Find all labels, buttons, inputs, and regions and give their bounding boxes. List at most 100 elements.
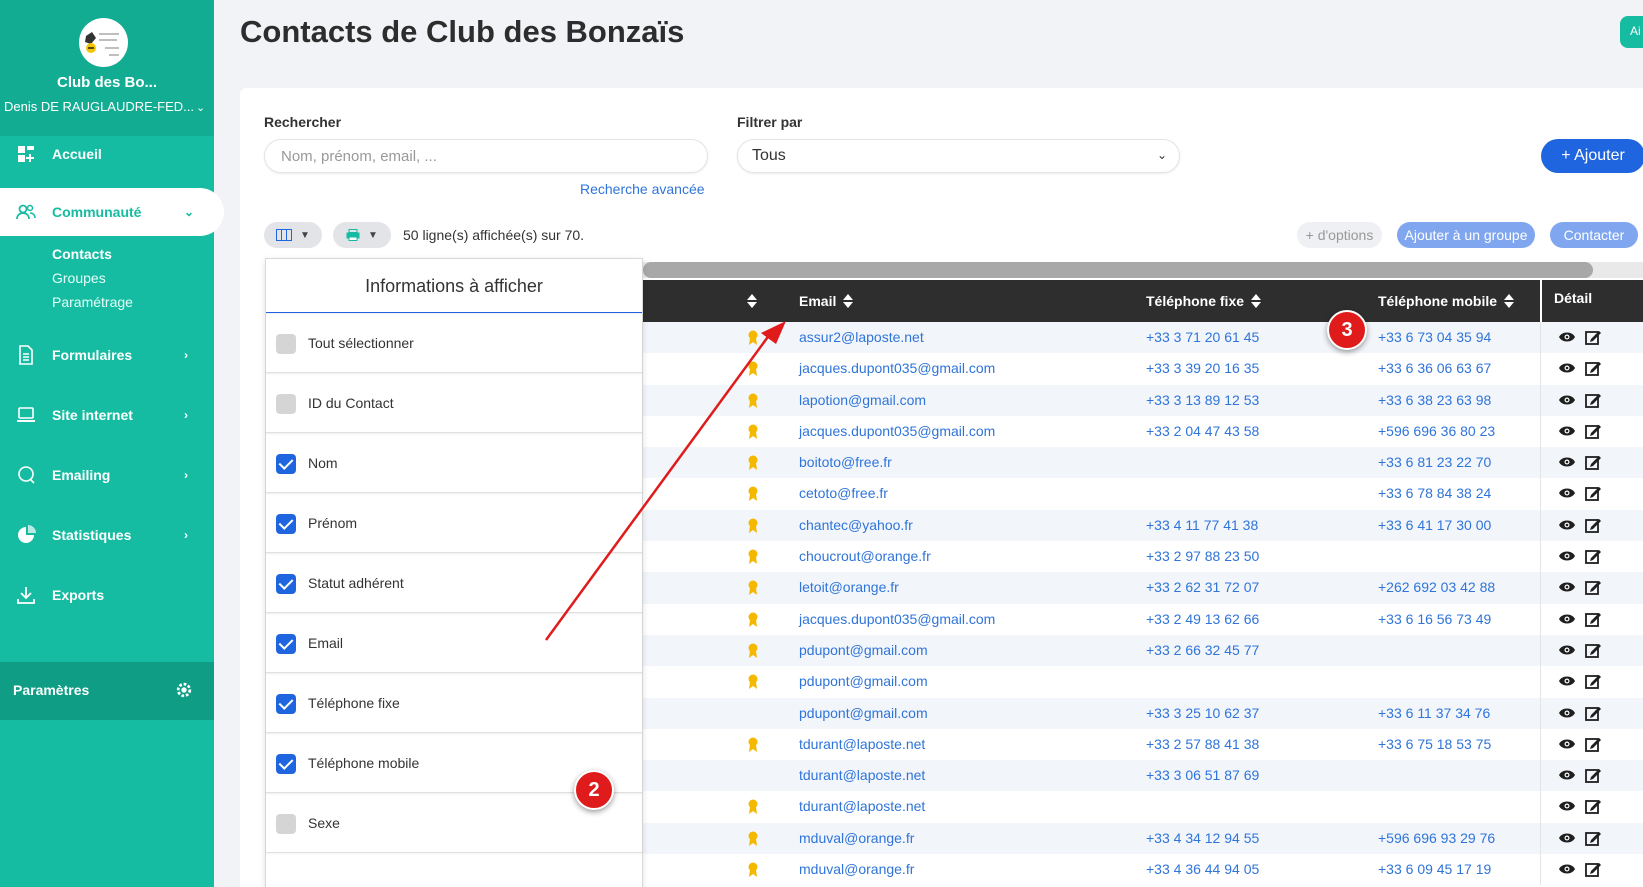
column-option[interactable]: Téléphone fixe xyxy=(266,673,642,733)
eye-icon[interactable] xyxy=(1559,487,1575,499)
contact-button[interactable]: Contacter xyxy=(1550,222,1638,248)
phone-fixed-cell[interactable]: +33 2 57 88 41 38 xyxy=(1146,729,1259,760)
edit-icon[interactable] xyxy=(1585,642,1601,658)
phone-fixed-cell[interactable]: +33 3 25 10 62 37 xyxy=(1146,698,1259,729)
phone-fixed-cell[interactable]: +33 3 13 89 12 53 xyxy=(1146,385,1259,416)
email-cell[interactable]: tdurant@laposte.net xyxy=(799,760,925,791)
phone-fixed-cell[interactable]: +33 4 11 77 41 38 xyxy=(1146,510,1258,541)
email-cell[interactable]: boitoto@free.fr xyxy=(799,447,892,478)
eye-icon[interactable] xyxy=(1559,644,1575,656)
email-cell[interactable]: choucrout@orange.fr xyxy=(799,541,931,572)
edit-icon[interactable] xyxy=(1585,830,1601,846)
table-row[interactable]: tdurant@laposte.net +33 3 06 51 87 69 xyxy=(643,760,1643,792)
phone-mobile-cell[interactable]: +33 6 38 23 63 98 xyxy=(1378,385,1491,416)
email-cell[interactable]: jacques.dupont035@gmail.com xyxy=(799,353,995,384)
phone-fixed-column-header[interactable]: Téléphone fixe xyxy=(1146,280,1262,322)
horizontal-scrollbar[interactable] xyxy=(643,262,1643,278)
edit-icon[interactable] xyxy=(1585,798,1601,815)
export-toggle-button[interactable]: ▼ xyxy=(333,222,391,248)
phone-mobile-cell[interactable]: +33 6 11 37 34 76 xyxy=(1378,698,1490,729)
table-row[interactable]: pdupont@gmail.com xyxy=(643,666,1643,698)
table-row[interactable]: lapotion@gmail.com +33 3 13 89 12 53 +33 6… xyxy=(643,384,1643,416)
scrollbar-thumb[interactable] xyxy=(643,262,1593,278)
phone-mobile-cell[interactable]: +33 6 75 18 53 75 xyxy=(1378,729,1491,760)
edit-icon[interactable] xyxy=(1585,579,1601,596)
edit-icon[interactable] xyxy=(1585,861,1601,877)
eye-icon[interactable] xyxy=(1559,832,1575,844)
table-row[interactable]: cetoto@free.fr +33 6 78 84 38 24 xyxy=(643,478,1643,510)
edit-icon[interactable] xyxy=(1585,454,1601,471)
settings-button[interactable]: Paramètres xyxy=(0,662,214,720)
subnav-groupes[interactable]: Groupes xyxy=(52,270,106,286)
eye-icon[interactable] xyxy=(1559,769,1575,781)
email-cell[interactable]: chantec@yahoo.fr xyxy=(799,510,913,541)
nav-site-internet[interactable]: Site internet › xyxy=(0,391,214,439)
column-option[interactable]: Email xyxy=(266,613,642,673)
phone-mobile-cell[interactable]: +33 6 41 17 30 00 xyxy=(1378,510,1491,541)
checkbox[interactable] xyxy=(276,694,296,714)
phone-fixed-cell[interactable]: +33 2 04 47 43 58 xyxy=(1146,416,1259,447)
column-option[interactable]: Prénom xyxy=(266,493,642,553)
phone-mobile-cell[interactable]: +596 696 93 29 76 xyxy=(1378,823,1495,854)
checkbox[interactable] xyxy=(276,514,296,534)
email-column-header[interactable]: Email xyxy=(799,280,854,322)
edit-icon[interactable] xyxy=(1585,392,1601,408)
subnav-contacts[interactable]: Contacts xyxy=(52,246,112,262)
add-contact-button[interactable]: + Ajouter xyxy=(1541,139,1643,173)
nav-exports[interactable]: Exports xyxy=(0,571,214,619)
eye-icon[interactable] xyxy=(1559,394,1575,406)
eye-icon[interactable] xyxy=(1559,800,1575,812)
phone-mobile-cell[interactable]: +262 692 03 42 88 xyxy=(1378,572,1495,603)
checkbox[interactable] xyxy=(276,634,296,654)
table-row[interactable]: tdurant@laposte.net xyxy=(643,791,1643,823)
column-option[interactable]: Nom xyxy=(266,433,642,493)
more-options-button[interactable]: + d'options xyxy=(1297,222,1382,248)
edit-icon[interactable] xyxy=(1585,673,1601,690)
table-row[interactable]: jacques.dupont035@gmail.com +33 3 39 20 1… xyxy=(643,353,1643,385)
phone-mobile-cell[interactable]: +33 6 09 45 17 19 xyxy=(1378,854,1491,885)
advanced-search-link[interactable]: Recherche avancée xyxy=(580,181,705,197)
phone-mobile-cell[interactable]: +33 6 16 56 73 49 xyxy=(1378,604,1491,635)
table-row[interactable]: assur2@laposte.net +33 3 71 20 61 45 +33 6… xyxy=(643,322,1643,354)
eye-icon[interactable] xyxy=(1559,707,1575,719)
email-cell[interactable]: letoit@orange.fr xyxy=(799,572,899,603)
filter-select[interactable]: Tous ⌄ xyxy=(737,139,1180,173)
checkbox[interactable] xyxy=(276,754,296,774)
edit-icon[interactable] xyxy=(1585,423,1601,439)
email-cell[interactable]: pdupont@gmail.com xyxy=(799,635,928,666)
edit-icon[interactable] xyxy=(1585,360,1601,377)
table-row[interactable]: jacques.dupont035@gmail.com +33 2 49 13 6… xyxy=(643,603,1643,635)
eye-icon[interactable] xyxy=(1559,425,1575,437)
phone-fixed-cell[interactable]: +33 3 06 51 87 69 xyxy=(1146,760,1259,791)
phone-fixed-cell[interactable]: +33 2 49 13 62 66 xyxy=(1146,604,1259,635)
phone-mobile-cell[interactable]: +33 6 36 06 63 67 xyxy=(1378,353,1491,384)
phone-mobile-column-header[interactable]: Téléphone mobile xyxy=(1378,280,1515,322)
edit-icon[interactable] xyxy=(1585,736,1601,752)
checkbox[interactable] xyxy=(276,454,296,474)
nav-accueil[interactable]: Accueil xyxy=(0,130,214,178)
checkbox[interactable] xyxy=(276,574,296,594)
email-cell[interactable]: pdupont@gmail.com xyxy=(799,666,928,697)
column-option[interactable]: Tout sélectionner xyxy=(266,313,642,373)
edit-icon[interactable] xyxy=(1585,329,1601,345)
email-cell[interactable]: mduval@orange.fr xyxy=(799,854,914,885)
table-row[interactable]: tdurant@laposte.net +33 2 57 88 41 38 +33 … xyxy=(643,728,1643,761)
eye-icon[interactable] xyxy=(1559,738,1575,750)
phone-fixed-cell[interactable]: +33 3 39 20 16 35 xyxy=(1146,353,1259,384)
email-cell[interactable]: pdupont@gmail.com xyxy=(799,698,928,729)
phone-mobile-cell[interactable]: +33 6 81 23 22 70 xyxy=(1378,447,1491,478)
eye-icon[interactable] xyxy=(1559,550,1575,562)
phone-fixed-cell[interactable]: +33 3 71 20 61 45 xyxy=(1146,322,1259,353)
sort-column-header[interactable] xyxy=(746,280,758,322)
table-row[interactable]: jacques.dupont035@gmail.com +33 2 04 47 4… xyxy=(643,415,1643,448)
columns-toggle-button[interactable]: ▼ xyxy=(264,222,322,248)
search-input[interactable] xyxy=(264,139,708,173)
table-row[interactable]: pdupont@gmail.com +33 3 25 10 62 37 +33 6 … xyxy=(643,697,1643,729)
table-row[interactable]: boitoto@free.fr +33 6 81 23 22 70 xyxy=(643,447,1643,479)
table-row[interactable]: choucrout@orange.fr +33 2 97 88 23 50 xyxy=(643,541,1643,573)
column-option[interactable]: Statut adhérent xyxy=(266,553,642,613)
table-row[interactable]: mduval@orange.fr +33 4 36 44 94 05 +33 6 0… xyxy=(643,854,1643,886)
edit-icon[interactable] xyxy=(1585,485,1601,502)
edit-icon[interactable] xyxy=(1585,705,1601,721)
eye-icon[interactable] xyxy=(1559,362,1575,374)
